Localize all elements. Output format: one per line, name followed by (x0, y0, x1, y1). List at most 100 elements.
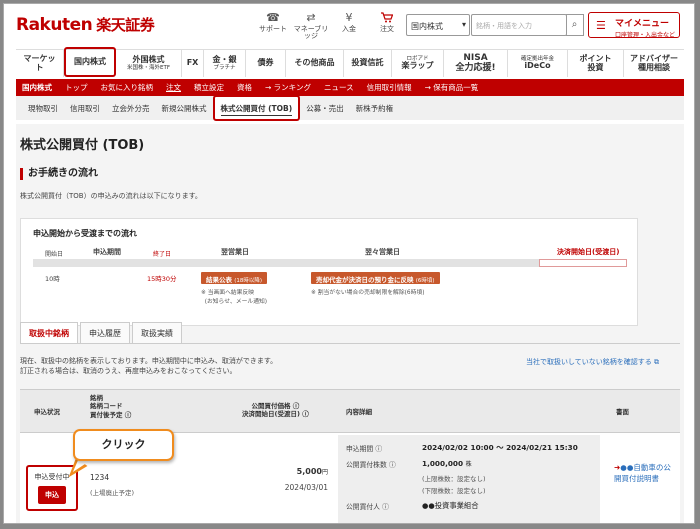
delist-note: (上場廃止予定) (90, 489, 135, 497)
search-input[interactable]: 銘柄・用語を入力 (471, 14, 567, 36)
mymenu-button[interactable]: ☰ マイメニュー 口座管理・入出金など (588, 12, 680, 39)
info-line-1: 現在、取扱中の銘柄を表示しております。申込期間中に申込み、取消ができます。 (20, 357, 278, 365)
stock-code: 1234 (90, 473, 110, 482)
rnav-domestic[interactable]: 国内株式 (22, 82, 52, 93)
rnav-accum[interactable]: 積立設定 (194, 82, 224, 93)
marketbridge-label: マネーブリッジ (293, 25, 329, 40)
gnav-nisa[interactable]: NISA 全力応援! (444, 50, 508, 77)
gnav-other[interactable]: その他商品 (286, 50, 344, 77)
tab-record[interactable]: 取扱実績 (132, 322, 182, 344)
detail-period: 申込期間 ⓘ 2024/02/02 10:00 〜 2024/02/21 15:3… (346, 443, 578, 453)
rnav-holdings[interactable]: → 保有商品一覧 (425, 82, 479, 93)
logo-jp: 楽天証券 (96, 16, 155, 34)
rnav-favorites[interactable]: お気に入り銘柄 (101, 82, 154, 93)
rnav-order[interactable]: 注文 (166, 82, 181, 93)
flow-settle-head: 決済開始日(受渡日) (557, 248, 620, 256)
click-callout: クリック (73, 429, 174, 461)
tob-tabs: 取扱中銘柄 申込履歴 取扱実績 (20, 322, 182, 344)
gnav-fx[interactable]: FX (182, 50, 204, 77)
tob-document-link[interactable]: ➜●●自動車の公 開買付説明書 (614, 463, 671, 484)
deposit-icon: ¥ (345, 11, 353, 24)
help-icon[interactable]: ⓘ (293, 402, 300, 410)
flow-bar-end (539, 259, 627, 267)
help-icon[interactable]: ⓘ (382, 503, 389, 511)
flow-next-head: 翌営業日 (221, 248, 249, 256)
stock-subnav: 国内株式 トップ お気に入り銘柄 注文 積立設定 資格 → ランキング ニュース… (16, 79, 684, 96)
gnav-gold[interactable]: 金・銀 プラチナ (204, 50, 246, 77)
apply-button[interactable]: 申込 (38, 486, 66, 504)
section-desc: 株式公開買付（TOB）の申込みの流れは以下になります。 (20, 192, 202, 200)
gnav-advisor[interactable]: アドバイザー 種用相談 (624, 50, 684, 77)
external-icon: ⧉ (654, 358, 660, 366)
page-title: 株式公開買付 (TOB) (20, 138, 145, 153)
order-link[interactable]: 注文 (368, 12, 406, 40)
rnav-top[interactable]: トップ (65, 82, 88, 93)
tab-history[interactable]: 申込履歴 (80, 322, 130, 344)
rnav-ranking[interactable]: → ランキング (265, 82, 311, 93)
flow-end-head: 終了日 (153, 251, 172, 258)
support-label: サポート (259, 25, 287, 33)
gnav-foreign-stock[interactable]: 外国株式 米国株・海外ETF (116, 50, 182, 77)
gnav-ideco[interactable]: 確定拠出年金 iDeCo (508, 50, 568, 77)
search-icon: ⌕ (571, 19, 578, 30)
browser-frame: Rakuten 楽天証券 ☎ サポート ⇄ マネーブリッジ ¥ 入金 注文 国内… (3, 3, 695, 524)
gnav-rakuwrap[interactable]: ロボアド 楽ラップ (392, 50, 444, 77)
header-icons: ☎ サポート ⇄ マネーブリッジ ¥ 入金 注文 (254, 12, 406, 40)
global-nav: マーケット 国内株式 外国株式 米国株・海外ETF FX 金・銀 プラチナ 債券 そ… (16, 47, 684, 77)
logo-en: Rakuten (16, 15, 93, 35)
site-header: Rakuten 楽天証券 ☎ サポート ⇄ マネーブリッジ ¥ 入金 注文 国内… (4, 4, 694, 48)
tnav-tob[interactable]: 株式公開買付 (TOB) (212, 95, 301, 121)
gnav-points[interactable]: ポイント 投資 (568, 50, 624, 77)
cart-icon (368, 12, 406, 23)
support-icon: ☎ (266, 11, 280, 24)
flow-start-time: 10時 (45, 275, 60, 283)
tab-divider (20, 343, 680, 344)
th-detail: 内容詳細 (346, 408, 372, 416)
detail-shares: 公開買付株数 ⓘ 1,000,000 株 (346, 459, 472, 469)
gnav-funds[interactable]: 投資信託 (344, 50, 392, 77)
flow-period-head: 申込期間 (93, 248, 121, 256)
marketbridge-link[interactable]: ⇄ マネーブリッジ (292, 12, 330, 40)
help-icon[interactable]: ⓘ (302, 410, 309, 418)
deposit-link[interactable]: ¥ 入金 (330, 12, 368, 40)
help-icon[interactable]: ⓘ (375, 445, 382, 453)
tob-price: 5,000円 (296, 467, 328, 476)
tnav-po[interactable]: 公募・売出 (300, 103, 350, 114)
tnav-offfloor[interactable]: 立会外分売 (106, 103, 156, 114)
info-text: 現在、取扱中の銘柄を表示しております。申込期間中に申込み、取消ができます。 訂正… (20, 356, 277, 376)
th-doc: 書面 (616, 408, 629, 416)
help-icon[interactable]: ⓘ (125, 411, 132, 419)
not-handled-link[interactable]: 当社で取扱いしていない銘柄を確認する ⧉ (526, 357, 659, 367)
section-title: お手続きの流れ (20, 168, 98, 180)
rnav-margin-info[interactable]: 信用取引情報 (367, 82, 412, 93)
flow-box: 申込開始から受渡までの流れ 開始日 申込期間 終了日 翌営業日 翌々営業日 決済… (20, 218, 638, 326)
gnav-market[interactable]: マーケット (16, 50, 64, 77)
support-link[interactable]: ☎ サポート (254, 12, 292, 40)
help-icon[interactable]: ⓘ (389, 461, 396, 469)
gnav-bond[interactable]: 債券 (246, 50, 286, 77)
th-status: 申込状況 (34, 408, 60, 416)
detail-cell: 申込期間 ⓘ 2024/02/02 10:00 〜 2024/02/21 15:3… (338, 435, 600, 523)
flow-title: 申込開始から受渡までの流れ (33, 229, 137, 238)
th-stock: 銘柄 銘柄コード 買付後予定 ⓘ (90, 394, 132, 419)
tnav-rights[interactable]: 新株予約権 (350, 103, 400, 114)
mymenu-sub: 口座管理・入出金など (615, 32, 676, 39)
tab-current[interactable]: 取扱中銘柄 (20, 322, 78, 344)
rnav-news[interactable]: ニュース (324, 82, 354, 93)
deposit-label: 入金 (342, 25, 356, 33)
gnav-domestic-stock[interactable]: 国内株式 (64, 47, 116, 77)
flow-note-2: ※ 割当がない場合の売却制限を解除(6時頃) (311, 290, 425, 296)
rnav-qual[interactable]: 資格 (237, 82, 252, 93)
settle-date: 2024/03/01 (284, 483, 328, 492)
tnav-margin[interactable]: 信用取引 (64, 103, 106, 114)
mymenu-label: マイメニュー (615, 19, 670, 29)
list-icon: ☰ (596, 19, 606, 32)
search-button[interactable]: ⌕ (566, 14, 584, 36)
rakuten-logo[interactable]: Rakuten 楽天証券 (16, 14, 155, 35)
search-category-select[interactable]: 国内株式 (406, 14, 470, 36)
flow-start-head: 開始日 (45, 251, 64, 258)
table-header: 申込状況 銘柄 銘柄コード 買付後予定 ⓘ 公開買付価格 ⓘ 決済開始日(受渡日) ⓘ… (20, 389, 680, 433)
tnav-spot[interactable]: 現物取引 (22, 103, 64, 114)
info-line-2: 訂正される場合は、取消のうえ、再度申込みをおこなってください。 (20, 367, 237, 376)
tnav-ipo[interactable]: 新規公開株式 (156, 103, 213, 114)
